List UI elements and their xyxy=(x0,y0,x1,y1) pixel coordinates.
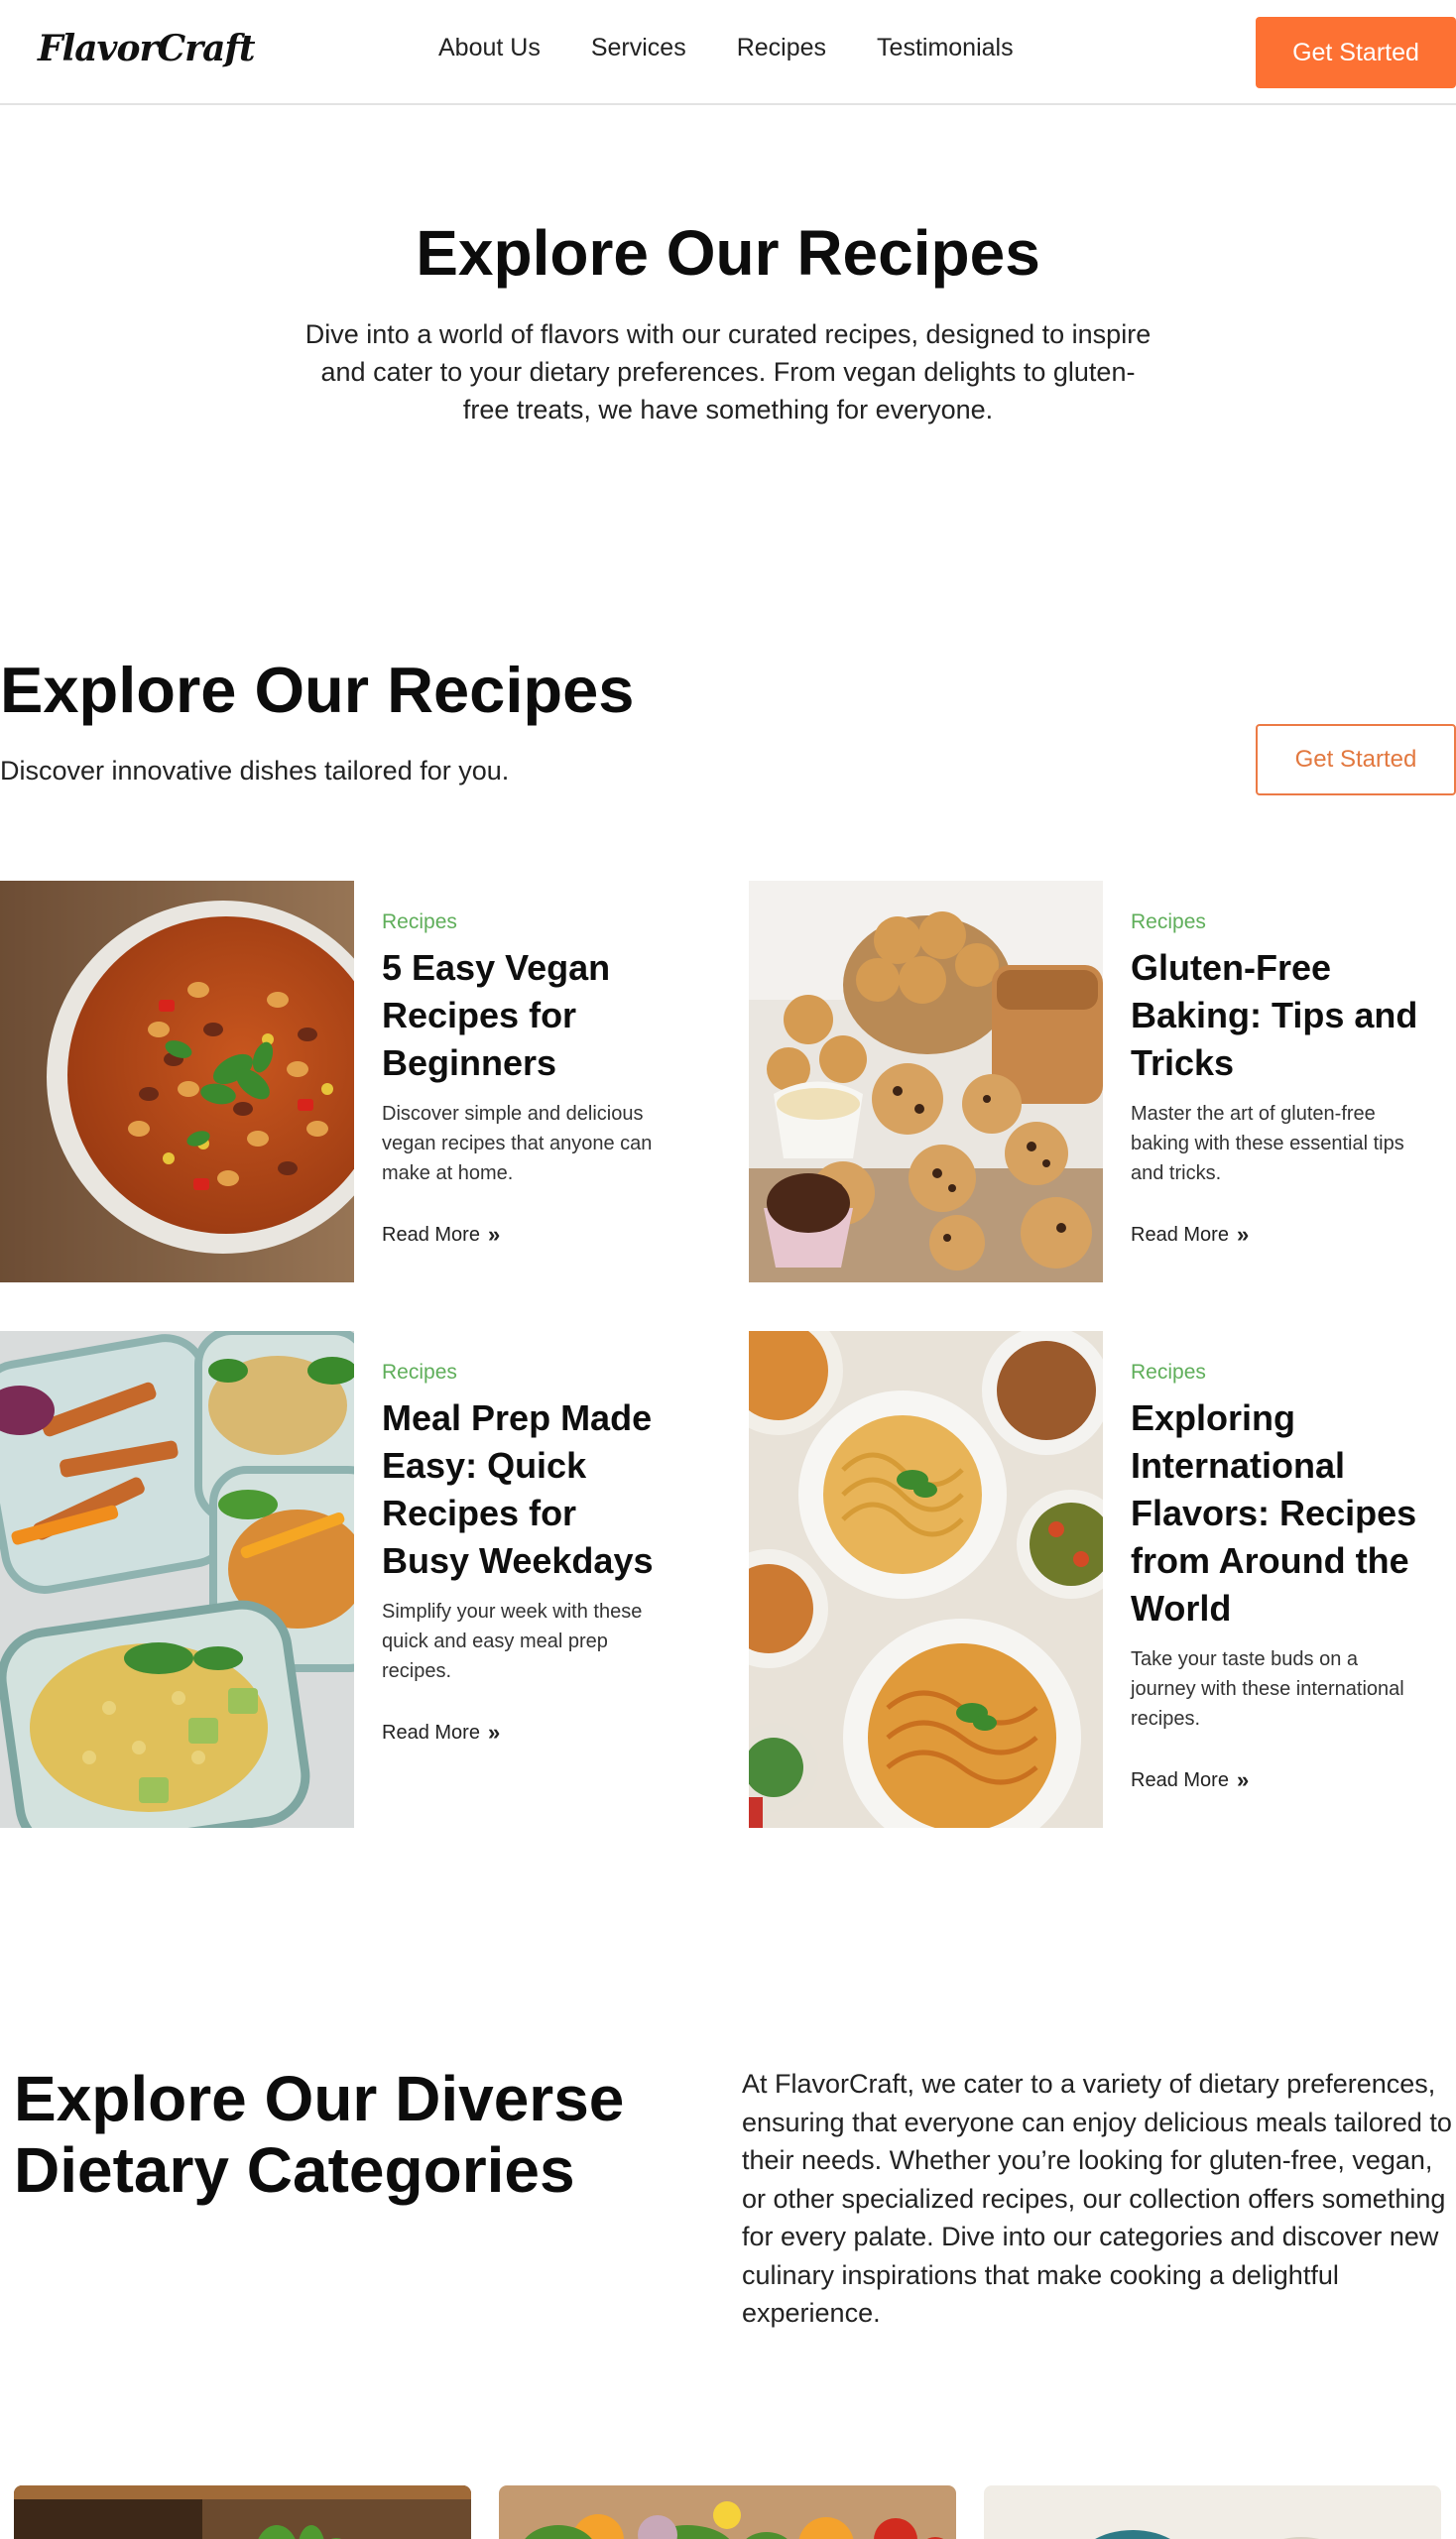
recipe-card-body: Recipes Gluten-Free Baking: Tips and Tri… xyxy=(1131,881,1418,1248)
read-more-link[interactable]: Read More » xyxy=(1131,1767,1249,1793)
read-more-label: Read More xyxy=(382,1223,480,1246)
recipe-category-label[interactable]: Recipes xyxy=(1131,910,1418,934)
read-more-label: Read More xyxy=(382,1721,480,1744)
recipe-title[interactable]: Gluten-Free Baking: Tips and Tricks xyxy=(1131,944,1418,1087)
category-card-image[interactable] xyxy=(499,2485,956,2539)
chevrons-right-icon: » xyxy=(487,1222,501,1247)
recipes-get-started-button[interactable]: Get Started xyxy=(1256,724,1456,795)
recipe-card[interactable]: Recipes Gluten-Free Baking: Tips and Tri… xyxy=(749,881,1456,1282)
read-more-label: Read More xyxy=(1131,1768,1229,1791)
recipes-section-title: Explore Our Recipes xyxy=(0,654,635,726)
recipe-description: Master the art of gluten-free baking wit… xyxy=(1131,1103,1404,1184)
bean-chili-bowl-image[interactable] xyxy=(0,881,354,1282)
recipe-description: Simplify your week with these quick and … xyxy=(382,1601,643,1682)
recipe-card[interactable]: Recipes Meal Prep Made Easy: Quick Recip… xyxy=(0,1331,714,1828)
recipe-title[interactable]: Meal Prep Made Easy: Quick Recipes for B… xyxy=(382,1394,669,1585)
recipe-category-label[interactable]: Recipes xyxy=(382,1361,669,1385)
category-card-image[interactable] xyxy=(984,2485,1441,2539)
recipe-category-label[interactable]: Recipes xyxy=(1131,1361,1418,1385)
dietary-categories-description: At FlavorCraft, we cater to a variety of… xyxy=(742,2069,1452,2328)
category-card-image[interactable] xyxy=(14,2485,471,2539)
chevrons-right-icon: » xyxy=(487,1720,501,1745)
recipe-card-body: Recipes Exploring International Flavors:… xyxy=(1131,1331,1418,1793)
recipe-title[interactable]: 5 Easy Vegan Recipes for Beginners xyxy=(382,944,669,1087)
recipe-description: Discover simple and delicious vegan reci… xyxy=(382,1103,653,1184)
recipe-description: Take your taste buds on a journey with t… xyxy=(1131,1648,1404,1730)
nav-link-recipes[interactable]: Recipes xyxy=(737,34,826,62)
nav-link-testimonials[interactable]: Testimonials xyxy=(877,34,1014,62)
recipe-card-body: Recipes 5 Easy Vegan Recipes for Beginne… xyxy=(382,881,669,1248)
cookies-and-muffins-image[interactable] xyxy=(749,881,1103,1282)
nav-links: About Us Services Recipes Testimonials xyxy=(438,34,1014,62)
read-more-link[interactable]: Read More » xyxy=(382,1222,500,1248)
nav-link-about-us[interactable]: About Us xyxy=(438,34,541,62)
chevrons-right-icon: » xyxy=(1236,1222,1250,1247)
dietary-categories-title: Explore Our Diverse Dietary Categories xyxy=(14,2063,625,2206)
hero-description: Dive into a world of flavors with our cu… xyxy=(304,319,1152,424)
brand-logo[interactable]: FlavorCraft xyxy=(38,28,256,69)
chevrons-right-icon: » xyxy=(1236,1767,1250,1792)
recipe-card-body: Recipes Meal Prep Made Easy: Quick Recip… xyxy=(382,1331,669,1746)
recipe-category-label[interactable]: Recipes xyxy=(382,910,669,934)
meal-prep-containers-image[interactable] xyxy=(0,1331,354,1828)
read-more-link[interactable]: Read More » xyxy=(382,1720,500,1746)
pasta-dishes-image[interactable] xyxy=(749,1331,1103,1828)
recipes-section-subtitle: Discover innovative dishes tailored for … xyxy=(0,756,510,786)
nav-link-services[interactable]: Services xyxy=(591,34,686,62)
hero-title: Explore Our Recipes xyxy=(416,217,1040,289)
top-navbar: FlavorCraft About Us Services Recipes Te… xyxy=(0,0,1456,105)
read-more-link[interactable]: Read More » xyxy=(1131,1222,1249,1248)
recipe-card[interactable]: Recipes 5 Easy Vegan Recipes for Beginne… xyxy=(0,881,714,1282)
get-started-button[interactable]: Get Started xyxy=(1256,17,1456,88)
recipe-title[interactable]: Exploring International Flavors: Recipes… xyxy=(1131,1394,1418,1632)
read-more-label: Read More xyxy=(1131,1223,1229,1246)
recipe-card[interactable]: Recipes Exploring International Flavors:… xyxy=(749,1331,1456,1828)
